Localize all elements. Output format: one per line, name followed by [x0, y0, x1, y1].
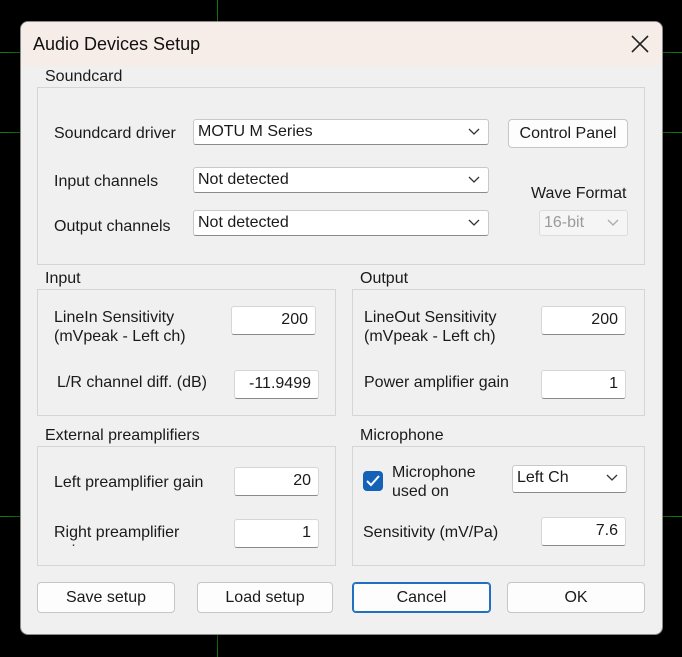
chevron-down-icon	[468, 219, 480, 226]
linein-sensitivity-sublabel: (mVpeak - Left ch)	[54, 328, 186, 345]
close-button[interactable]	[616, 22, 662, 66]
lineout-sensitivity-sublabel: (mVpeak - Left ch)	[364, 328, 496, 345]
chevron-down-icon	[606, 474, 618, 481]
save-setup-button[interactable]: Save setup	[37, 582, 175, 613]
wave-format-value: 16-bit	[544, 214, 585, 231]
chevron-down-icon	[607, 219, 619, 226]
ok-button[interactable]: OK	[507, 582, 645, 613]
right-preamp-label-clip: Right preamplifier gain	[54, 521, 224, 547]
power-amplifier-gain-value: 1	[609, 375, 618, 392]
right-preamp-gain-sublabel: gain	[54, 542, 84, 547]
microphone-group-label: Microphone	[352, 426, 448, 446]
microphone-sensitivity-value: 7.6	[595, 522, 618, 539]
chevron-down-icon	[468, 128, 480, 135]
wave-format-label: Wave Format	[531, 185, 627, 202]
lineout-sensitivity-field[interactable]: 200	[541, 306, 626, 335]
output-channels-select[interactable]: Not detected	[193, 210, 489, 236]
soundcard-driver-select[interactable]: MOTU M Series	[193, 119, 489, 145]
load-setup-button[interactable]: Load setup	[197, 582, 333, 613]
power-amplifier-gain-field[interactable]: 1	[541, 370, 626, 399]
checkmark-icon	[366, 475, 380, 487]
left-preamp-gain-label: Left preamplifier gain	[54, 474, 204, 491]
cancel-button[interactable]: Cancel	[352, 582, 491, 613]
right-preamp-gain-field[interactable]: 1	[234, 519, 319, 548]
microphone-group: Microphone Microphone used on Left Ch Se…	[352, 426, 645, 566]
lr-channel-diff-label: L/R channel diff. (dB)	[57, 374, 208, 391]
title-bar: Audio Devices Setup	[21, 22, 662, 66]
left-preamp-gain-field[interactable]: 20	[234, 467, 319, 496]
linein-sensitivity-value: 200	[281, 311, 308, 328]
preamplifiers-group-label: External preamplifiers	[37, 426, 204, 446]
right-preamp-gain-label: Right preamplifier	[54, 524, 180, 541]
microphone-used-checkbox[interactable]	[363, 471, 383, 491]
input-group: Input LineIn Sensitivity (mVpeak - Left …	[37, 269, 336, 416]
control-panel-button[interactable]: Control Panel	[508, 119, 628, 148]
soundcard-driver-value: MOTU M Series	[198, 123, 313, 140]
microphone-channel-value: Left Ch	[517, 469, 569, 486]
output-group-label: Output	[352, 269, 413, 289]
power-amplifier-gain-label: Power amplifier gain	[364, 374, 509, 391]
output-group: Output LineOut Sensitivity (mVpeak - Lef…	[352, 269, 645, 416]
microphone-channel-select[interactable]: Left Ch	[512, 465, 627, 493]
right-preamp-gain-value: 1	[302, 524, 311, 541]
linein-sensitivity-label: LineIn Sensitivity	[54, 309, 175, 326]
audio-devices-dialog: Audio Devices Setup Soundcard Soundcard …	[20, 21, 663, 635]
wave-format-select[interactable]: 16-bit	[539, 210, 628, 236]
soundcard-driver-label: Soundcard driver	[54, 125, 176, 142]
output-channels-value: Not detected	[198, 214, 289, 231]
microphone-sensitivity-field[interactable]: 7.6	[541, 517, 626, 546]
microphone-used-sublabel: used on	[392, 483, 449, 500]
output-channels-label: Output channels	[54, 218, 171, 235]
microphone-sensitivity-label: Sensitivity (mV/Pa)	[363, 524, 499, 541]
preamplifiers-group: External preamplifiers Left preamplifier…	[37, 426, 336, 566]
lr-channel-diff-field[interactable]: -11.9499	[234, 370, 319, 399]
input-group-label: Input	[37, 269, 85, 289]
dialog-title: Audio Devices Setup	[33, 34, 201, 54]
input-channels-label: Input channels	[54, 173, 159, 190]
linein-sensitivity-field[interactable]: 200	[231, 306, 316, 335]
soundcard-group-label: Soundcard	[37, 67, 127, 87]
input-channels-select[interactable]: Not detected	[193, 167, 489, 193]
lineout-sensitivity-value: 200	[591, 311, 618, 328]
microphone-used-label: Microphone	[392, 464, 476, 481]
close-icon	[631, 35, 649, 53]
soundcard-group: Soundcard Soundcard driver MOTU M Series…	[37, 67, 645, 265]
input-channels-value: Not detected	[198, 171, 289, 188]
left-preamp-gain-value: 20	[293, 472, 311, 489]
chevron-down-icon	[468, 176, 480, 183]
lineout-sensitivity-label: LineOut Sensitivity	[364, 309, 497, 326]
lr-channel-diff-value: -11.9499	[249, 375, 311, 392]
